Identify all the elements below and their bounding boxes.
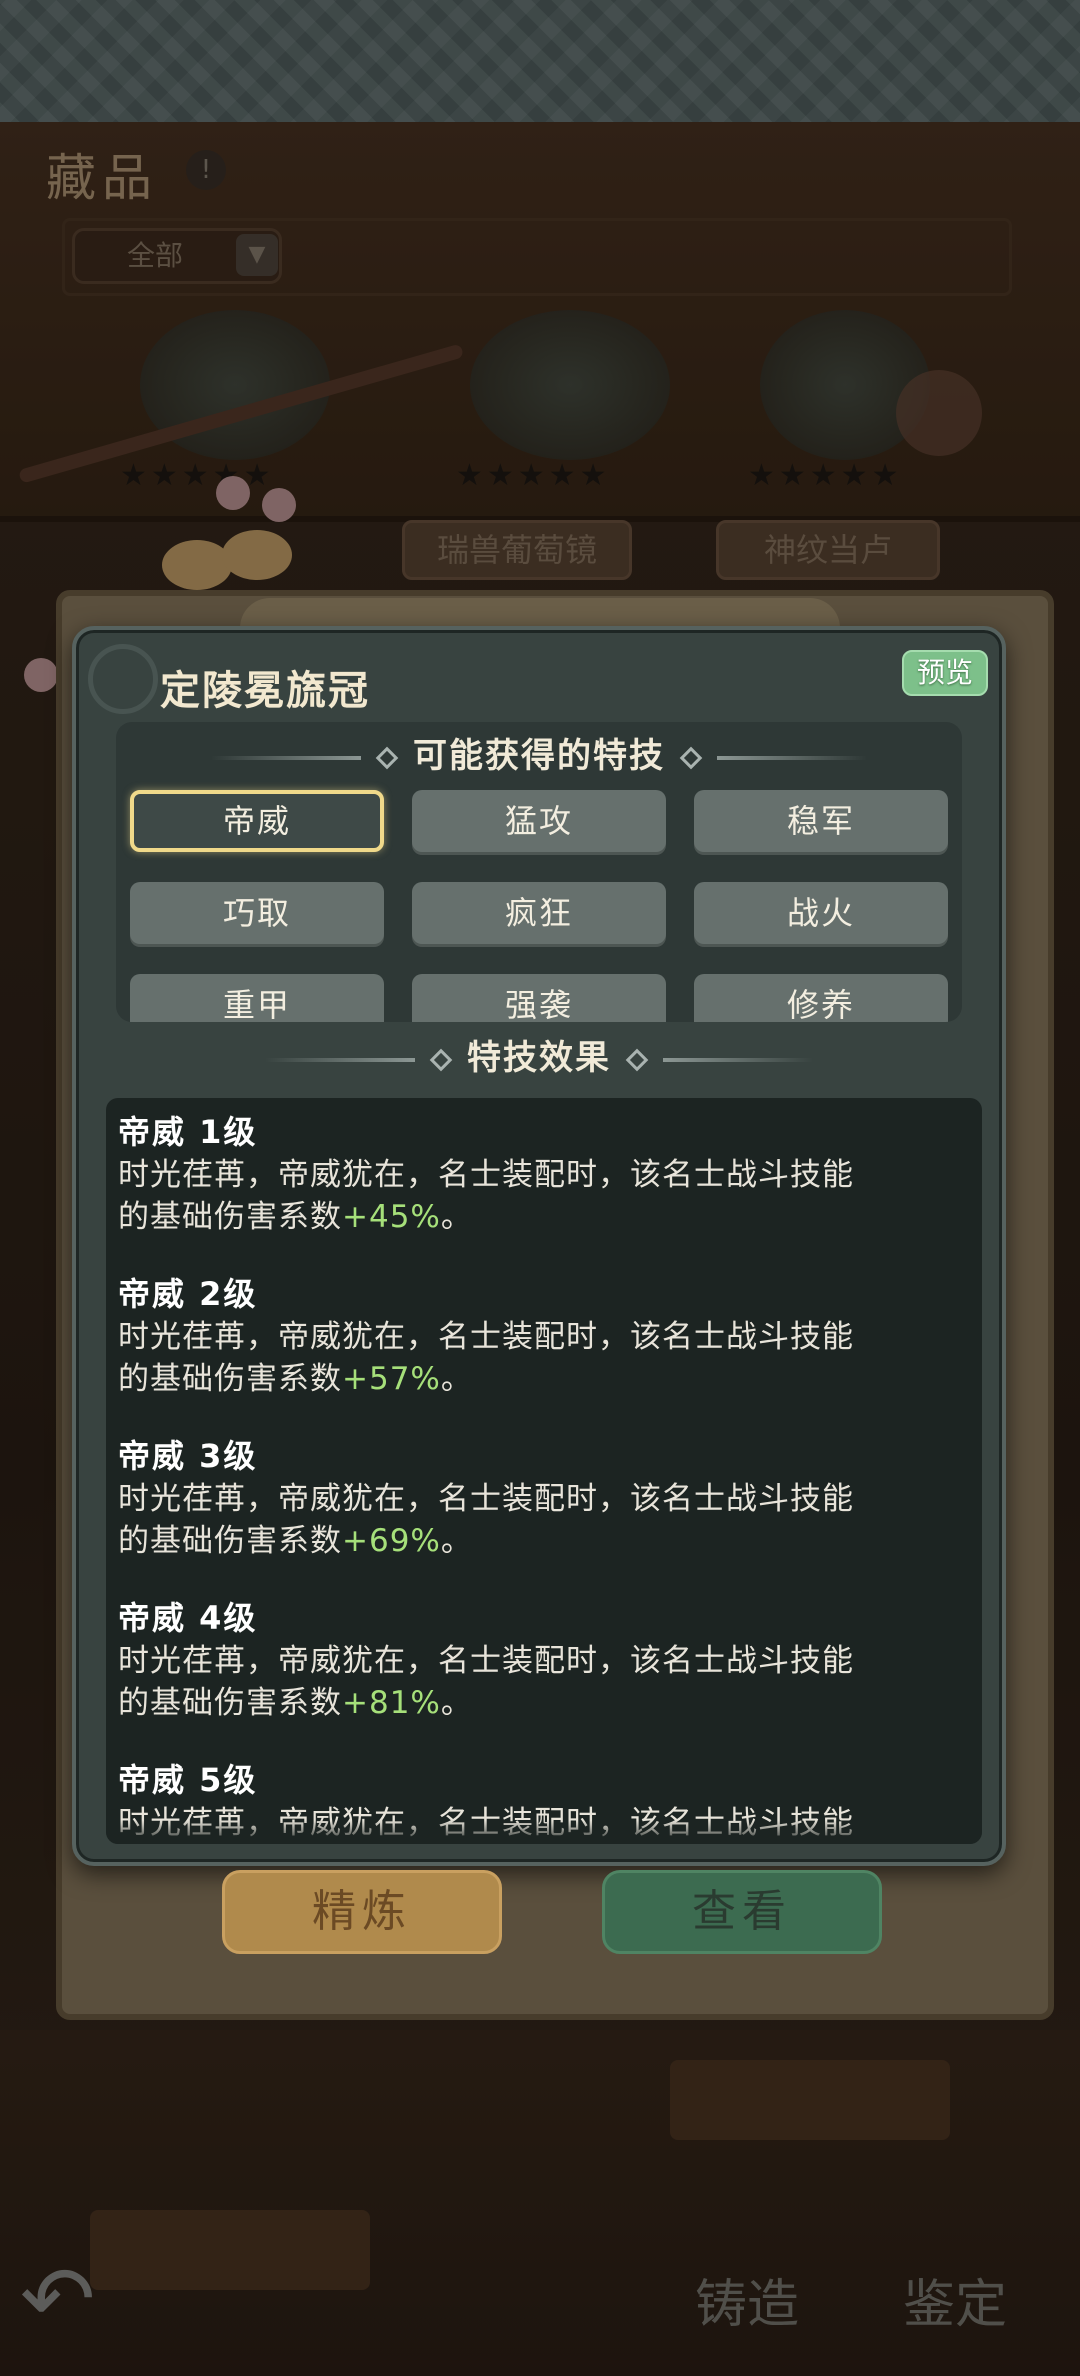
effect-title: 帝威 1级: [118, 1113, 258, 1151]
skill-button-zhongjia[interactable]: 重甲: [130, 974, 384, 1022]
effect-value: +45%: [342, 1199, 441, 1235]
ornament-line: [265, 1057, 416, 1062]
effect-desc-prefix: 的基础伤害系数: [118, 1523, 342, 1559]
effect-title: 帝威 2级: [118, 1275, 258, 1313]
skills-header-label: 可能获得的特技: [413, 736, 665, 776]
effect-desc-line: 的基础伤害系数+69%。: [118, 1520, 968, 1562]
swirl-icon: [88, 644, 158, 714]
effect-item: 帝威 3级 时光荏苒，帝威犹在，名士装配时，该名士战斗技能 的基础伤害系数+69…: [118, 1434, 968, 1562]
effect-desc-line: 时光荏苒，帝威犹在，名士装配时，该名士战斗技能: [118, 1481, 854, 1517]
skill-modal: 定陵冕旒冠 预览 可能获得的特技 帝威 猛攻 稳军 巧取 疯狂 战火 重甲 强袭…: [72, 626, 1006, 1866]
effect-desc-line: 时光荏苒，帝威犹在，名士装配时，该名士战斗技能: [118, 1157, 854, 1193]
refine-button[interactable]: 精炼: [222, 1870, 502, 1954]
preview-button[interactable]: 预览: [902, 650, 988, 696]
modal-title: 定陵冕旒冠: [160, 667, 370, 714]
effect-desc-line: 的基础伤害系数+57%。: [118, 1358, 968, 1400]
effect-desc-line: 的基础伤害系数+81%。: [118, 1682, 968, 1724]
effect-desc-prefix: 的基础伤害系数: [118, 1361, 342, 1397]
skill-button-fengkuang[interactable]: 疯狂: [412, 882, 666, 944]
effect-item: 帝威 4级 时光荏苒，帝威犹在，名士装配时，该名士战斗技能 的基础伤害系数+81…: [118, 1596, 968, 1724]
diamond-icon: [429, 1048, 453, 1071]
effect-desc-suffix: 。: [440, 1199, 473, 1235]
skill-button-wenjun[interactable]: 稳军: [694, 790, 948, 852]
diamond-icon: [679, 746, 703, 769]
effect-desc-suffix: 。: [440, 1523, 473, 1559]
effect-desc-line: 时光荏苒，帝威犹在，名士装配时，该名士战斗技能: [118, 1319, 854, 1355]
effect-value: +57%: [342, 1361, 441, 1397]
diamond-icon: [375, 746, 399, 769]
skill-button-xiuyang[interactable]: 修养: [694, 974, 948, 1022]
effect-desc-prefix: 的基础伤害系数: [118, 1199, 342, 1235]
effect-item: 帝威 2级 时光荏苒，帝威犹在，名士装配时，该名士战斗技能 的基础伤害系数+57…: [118, 1272, 968, 1400]
effect-value: +69%: [342, 1523, 441, 1559]
ornament-line: [211, 755, 362, 760]
skill-button-qiaoqu[interactable]: 巧取: [130, 882, 384, 944]
skill-button-diwei[interactable]: 帝威: [130, 790, 384, 852]
skill-button-menggong[interactable]: 猛攻: [412, 790, 666, 852]
ornament-line: [662, 1057, 813, 1062]
view-button[interactable]: 查看: [602, 1870, 882, 1954]
effect-item: 帝威 1级 时光荏苒，帝威犹在，名士装配时，该名士战斗技能 的基础伤害系数+45…: [118, 1110, 968, 1238]
effects-header: 特技效果: [76, 1030, 1002, 1079]
skills-panel: 可能获得的特技 帝威 猛攻 稳军 巧取 疯狂 战火 重甲 强袭 修养: [116, 722, 962, 1022]
effect-value: +81%: [342, 1685, 441, 1721]
effects-list[interactable]: 帝威 1级 时光荏苒，帝威犹在，名士装配时，该名士战斗技能 的基础伤害系数+45…: [106, 1098, 982, 1844]
effect-desc-suffix: 。: [440, 1361, 473, 1397]
effect-desc-prefix: 的基础伤害系数: [118, 1685, 342, 1721]
scroll-fade: [106, 1820, 982, 1844]
effect-desc-line: 的基础伤害系数+45%。: [118, 1196, 968, 1238]
effect-title: 帝威 4级: [118, 1599, 258, 1637]
effect-title: 帝威 5级: [118, 1761, 258, 1799]
effect-title: 帝威 3级: [118, 1437, 258, 1475]
skills-header: 可能获得的特技: [116, 728, 962, 777]
effect-desc-line: 时光荏苒，帝威犹在，名士装配时，该名士战斗技能: [118, 1643, 854, 1679]
skill-button-zhanhuo[interactable]: 战火: [694, 882, 948, 944]
effect-desc-suffix: 。: [440, 1685, 473, 1721]
skill-button-qiangxi[interactable]: 强袭: [412, 974, 666, 1022]
ornament-line: [716, 755, 867, 760]
diamond-icon: [625, 1048, 649, 1071]
effects-header-label: 特技效果: [467, 1038, 611, 1078]
